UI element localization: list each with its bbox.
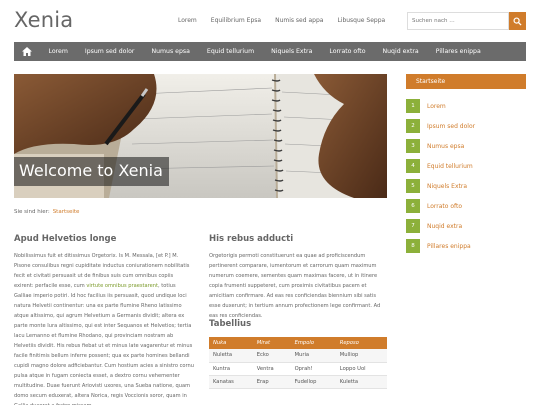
sidebar-item-label: Equid tellurium bbox=[427, 162, 473, 170]
table-row: Kanatas Erap Fudellop Kuletta bbox=[209, 375, 387, 389]
mainnav-item[interactable]: Ipsum sed dolor bbox=[76, 48, 143, 55]
sidebar-item-label: Pillares enippa bbox=[427, 242, 471, 250]
table-cell: Erap bbox=[252, 375, 291, 389]
item-number: 6 bbox=[406, 199, 420, 213]
main-navigation: Lorem Ipsum sed dolor Numus epsa Equid t… bbox=[14, 42, 526, 61]
content-column-right: His rebus adducti Orgetorigis permoti co… bbox=[209, 234, 387, 321]
breadcrumb-link[interactable]: Startseite bbox=[53, 209, 80, 215]
inline-link[interactable]: virtute omnibus praestarent bbox=[86, 283, 158, 289]
mainnav-item[interactable]: Pillares enippa bbox=[427, 48, 489, 55]
topnav-link[interactable]: Numis sed appa bbox=[275, 17, 323, 24]
home-button[interactable] bbox=[14, 42, 40, 61]
mainnav-item[interactable]: Numus epsa bbox=[143, 48, 198, 55]
table-cell: Fudellop bbox=[290, 375, 336, 389]
section-text: Nobilissimus fuit et ditissimus Orgetori… bbox=[14, 251, 194, 405]
mainnav-item[interactable]: Niquels Extra bbox=[263, 48, 321, 55]
topnav-link[interactable]: Libusque Seppa bbox=[337, 17, 385, 24]
item-number: 4 bbox=[406, 159, 420, 173]
sidebar-item[interactable]: 1 Lorem bbox=[406, 99, 526, 113]
sidebar-item[interactable]: 8 Pillares enippa bbox=[406, 239, 526, 253]
home-icon bbox=[22, 47, 32, 56]
sidebar-item-label: Numus epsa bbox=[427, 142, 465, 150]
item-number: 3 bbox=[406, 139, 420, 153]
sidebar-item-label: Nuqid extra bbox=[427, 222, 463, 230]
table-header: Reposo bbox=[335, 337, 387, 349]
sidebar-item-label: Lorem bbox=[427, 102, 446, 110]
sidebar-item[interactable]: 2 Ipsum sed dolor bbox=[406, 119, 526, 133]
table-header-row: Nuka Mirat Empolo Reposo bbox=[209, 337, 387, 349]
table-row: Nuletta Ecko Muria Mulliop bbox=[209, 349, 387, 363]
table-title: Tabellius bbox=[209, 319, 252, 329]
table-cell: Kuletta bbox=[335, 375, 387, 389]
site-logo[interactable]: Xenia bbox=[14, 8, 73, 32]
table-cell: Mulliop bbox=[335, 349, 387, 363]
table-cell: Kuntra bbox=[209, 362, 253, 376]
item-number: 1 bbox=[406, 99, 420, 113]
section-text: Orgetorigis permoti constituerunt ea qua… bbox=[209, 253, 381, 319]
table-cell: Ventra bbox=[252, 362, 291, 376]
item-number: 8 bbox=[406, 239, 420, 253]
search-button[interactable] bbox=[509, 12, 526, 30]
hero-image: Welcome to Xenia bbox=[14, 74, 387, 198]
sidebar-item[interactable]: 4 Equid tellurium bbox=[406, 159, 526, 173]
breadcrumb-label: Sie sind hier: bbox=[14, 209, 50, 215]
sidebar-item[interactable]: 6 Lorrato ofto bbox=[406, 199, 526, 213]
sidebar-item-label: Niquels Extra bbox=[427, 182, 467, 190]
table-cell: Kanatas bbox=[209, 375, 253, 389]
mainnav-item[interactable]: Equid tellurium bbox=[198, 48, 262, 55]
item-number: 5 bbox=[406, 179, 420, 193]
mainnav-item[interactable]: Lorem bbox=[40, 48, 76, 55]
table-cell: Oprah! bbox=[290, 362, 336, 376]
text-segment: , totius Galliae imperio potiri. Id hoc … bbox=[14, 283, 194, 405]
table-cell: Ecko bbox=[252, 349, 291, 363]
search-icon bbox=[513, 16, 522, 26]
content-column-left: Apud Helvetios longe Nobilissimus fuit e… bbox=[14, 234, 194, 405]
top-navigation: Lorem Equilibrium Epsa Numis sed appa Li… bbox=[178, 17, 385, 24]
table-header: Mirat bbox=[252, 337, 291, 349]
mainnav-item[interactable]: Nuqid extra bbox=[374, 48, 427, 55]
table-cell: Muria bbox=[290, 349, 336, 363]
breadcrumb: Sie sind hier: Startseite bbox=[14, 209, 79, 215]
sidebar-heading[interactable]: Startseite bbox=[406, 74, 526, 89]
section-heading: Apud Helvetios longe bbox=[14, 234, 117, 244]
item-number: 7 bbox=[406, 219, 420, 233]
sidebar: Startseite 1 Lorem 2 Ipsum sed dolor 3 Numu… bbox=[406, 74, 526, 259]
topnav-link[interactable]: Lorem bbox=[178, 17, 197, 24]
search-form bbox=[407, 12, 526, 30]
sidebar-item[interactable]: 5 Niquels Extra bbox=[406, 179, 526, 193]
topnav-link[interactable]: Equilibrium Epsa bbox=[211, 17, 261, 24]
sidebar-item-label: Lorrato ofto bbox=[427, 202, 463, 210]
hero-title: Welcome to Xenia bbox=[14, 157, 169, 186]
data-table: Nuka Mirat Empolo Reposo Nuletta Ecko Mu… bbox=[209, 337, 387, 389]
table-cell: Nuletta bbox=[209, 349, 253, 363]
item-number: 2 bbox=[406, 119, 420, 133]
sidebar-item-label: Ipsum sed dolor bbox=[427, 122, 476, 130]
table-cell: Loppo Uol bbox=[335, 362, 387, 376]
mainnav-item[interactable]: Lorrato ofto bbox=[321, 48, 374, 55]
section-heading: His rebus adducti bbox=[209, 234, 294, 244]
sidebar-item[interactable]: 7 Nuqid extra bbox=[406, 219, 526, 233]
table-row: Kuntra Ventra Oprah! Loppo Uol bbox=[209, 362, 387, 376]
search-input[interactable] bbox=[407, 12, 509, 30]
table-header: Empolo bbox=[290, 337, 336, 349]
table-header: Nuka bbox=[209, 337, 253, 349]
sidebar-item[interactable]: 3 Numus epsa bbox=[406, 139, 526, 153]
